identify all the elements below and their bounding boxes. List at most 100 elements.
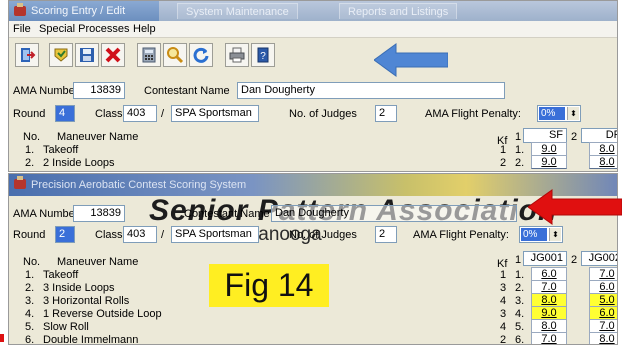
- red-marker: [0, 334, 4, 342]
- judges-field[interactable]: 2: [375, 105, 397, 122]
- judges-field[interactable]: 2: [375, 226, 397, 243]
- col-maneuver-header: Maneuver Name: [57, 131, 139, 143]
- maneuver-kf: 4: [500, 321, 507, 333]
- judge2-score[interactable]: 8.0: [589, 142, 617, 156]
- menu-help[interactable]: Help: [133, 23, 156, 36]
- judge2-score[interactable]: 5.0: [589, 293, 617, 307]
- maneuver-sequence: 1.: [515, 269, 525, 281]
- maneuver-name: 3 Inside Loops: [43, 282, 115, 294]
- judge1-score[interactable]: 9.0: [531, 142, 567, 156]
- calculator-icon: [142, 47, 156, 63]
- judge1-number: 1: [515, 254, 522, 266]
- judge2-score[interactable]: 7.0: [589, 267, 617, 281]
- save-disk-icon: [80, 48, 94, 62]
- class-name-field: SPA Sportsman: [171, 226, 259, 243]
- maneuver-sequence: 5.: [515, 321, 525, 333]
- judge1-score[interactable]: 9.0: [531, 155, 567, 169]
- exit-button[interactable]: [15, 43, 39, 67]
- app-icon: [14, 3, 26, 16]
- judge2-number: 2: [571, 254, 578, 266]
- maneuver-number: 5.: [25, 321, 35, 333]
- maneuver-kf: 1: [500, 144, 507, 156]
- class-name-field: SPA Sportsman: [171, 105, 259, 122]
- class-code-field[interactable]: 403: [123, 105, 157, 122]
- print-button[interactable]: [225, 43, 249, 67]
- judge2-score[interactable]: 7.0: [589, 319, 617, 333]
- menu-special-processes[interactable]: Special Processes: [39, 23, 130, 36]
- window-titlebar: Scoring Entry / Edit: [9, 1, 159, 21]
- maneuver-number: 6.: [25, 334, 35, 345]
- contestant-row: AMA Number 13839 Contestant Name Dan Dou…: [9, 204, 617, 224]
- round-label: Round: [13, 229, 46, 241]
- col-no-header: No.: [23, 256, 41, 268]
- search-button[interactable]: [163, 43, 187, 67]
- maneuver-name: 3 Horizontal Rolls: [43, 295, 130, 307]
- tab-reports-listings[interactable]: Reports and Listings: [339, 3, 458, 19]
- refresh-icon: [193, 47, 209, 63]
- print-icon: [229, 47, 245, 63]
- ribbon-button[interactable]: [49, 43, 73, 67]
- calculator-button[interactable]: [137, 43, 161, 67]
- judge1-score[interactable]: 9.0: [531, 306, 567, 320]
- round-class-row: Round 2 Class 403 / SPA Sportsman No. of…: [9, 225, 617, 245]
- flight-penalty-value: 0%: [539, 107, 565, 120]
- judge1-code[interactable]: JG001: [523, 251, 567, 266]
- contestant-name-field[interactable]: Dan Dougherty: [271, 205, 517, 222]
- flight-penalty-label: AMA Flight Penalty:: [425, 108, 521, 120]
- menu-file[interactable]: File: [13, 23, 31, 36]
- judge1-code[interactable]: SF: [523, 128, 567, 143]
- maneuver-kf: 4: [500, 295, 507, 307]
- class-separator: /: [161, 108, 165, 120]
- help-button[interactable]: ?: [251, 43, 275, 67]
- delete-button[interactable]: [101, 43, 125, 67]
- flight-penalty-select[interactable]: 0% ⬍: [519, 226, 563, 243]
- maneuver-sequence: 6.: [515, 334, 525, 345]
- app-icon: [14, 176, 26, 189]
- spinner-icon[interactable]: ⬍: [549, 228, 561, 241]
- maneuver-kf: 3: [500, 282, 507, 294]
- tab-system-maintenance[interactable]: System Maintenance: [177, 3, 298, 19]
- judge2-code[interactable]: DP: [581, 128, 617, 143]
- judge2-score[interactable]: 6.0: [589, 306, 617, 320]
- maneuver-name: Takeoff: [43, 269, 79, 281]
- judge1-score[interactable]: 8.0: [531, 293, 567, 307]
- judge2-number: 2: [571, 131, 578, 143]
- maneuver-sequence: 3.: [515, 295, 525, 307]
- ama-number-label: AMA Number: [13, 85, 79, 97]
- col-no-header: No.: [23, 131, 41, 143]
- judge1-score[interactable]: 7.0: [531, 280, 567, 294]
- window-title: Precision Aerobatic Contest Scoring Syst…: [31, 179, 247, 191]
- judges-label: No. of Judges: [289, 229, 357, 241]
- svg-text:?: ?: [260, 51, 266, 62]
- round-field[interactable]: 2: [55, 226, 75, 243]
- judge1-score[interactable]: 7.0: [531, 332, 567, 344]
- judge2-code[interactable]: JG002: [581, 251, 617, 266]
- refresh-button[interactable]: [189, 43, 213, 67]
- judge1-score[interactable]: 6.0: [531, 267, 567, 281]
- judge2-score[interactable]: 8.0: [589, 332, 617, 344]
- maneuver-kf: 1: [500, 269, 507, 281]
- round-class-row: Round 4 Class 403 / SPA Sportsman No. of…: [9, 104, 617, 124]
- spinner-icon[interactable]: ⬍: [567, 107, 579, 120]
- contest-scoring-window: Precision Aerobatic Contest Scoring Syst…: [8, 173, 618, 345]
- judge2-score[interactable]: 6.0: [589, 280, 617, 294]
- flight-penalty-select[interactable]: 0% ⬍: [537, 105, 581, 122]
- class-code-field[interactable]: 403: [123, 226, 157, 243]
- judges-label: No. of Judges: [289, 108, 357, 120]
- ama-number-field[interactable]: 13839: [73, 205, 125, 222]
- round-label: Round: [13, 108, 46, 120]
- maneuver-sequence: 1.: [515, 144, 525, 156]
- save-button[interactable]: [75, 43, 99, 67]
- exit-door-icon: [21, 48, 36, 62]
- ama-number-field[interactable]: 13839: [73, 82, 125, 99]
- blue-arrow-annotation: [374, 43, 448, 77]
- judge2-score[interactable]: 8.0: [589, 155, 617, 169]
- maneuver-sequence: 2.: [515, 282, 525, 294]
- round-field[interactable]: 4: [55, 105, 75, 122]
- toolbar: ?: [9, 39, 617, 71]
- judge1-score[interactable]: 8.0: [531, 319, 567, 333]
- contestant-row: AMA Number 13839 Contestant Name Dan Dou…: [9, 81, 617, 101]
- class-label: Class: [95, 108, 123, 120]
- contestant-name-field[interactable]: Dan Dougherty: [237, 82, 505, 99]
- maneuver-number: 1.: [25, 269, 35, 281]
